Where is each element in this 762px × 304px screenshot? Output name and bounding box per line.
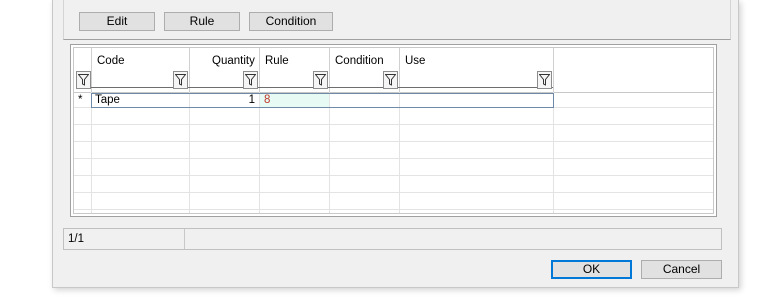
ok-button[interactable]: OK bbox=[551, 260, 632, 279]
column-header-condition[interactable]: Condition bbox=[335, 55, 384, 67]
header-separator bbox=[553, 48, 554, 92]
filter-icon bbox=[245, 74, 256, 86]
column-header-rule[interactable]: Rule bbox=[265, 55, 289, 67]
edit-button[interactable]: Edit bbox=[79, 12, 155, 31]
filter-quantity-button[interactable] bbox=[243, 71, 258, 89]
filter-icon bbox=[385, 74, 396, 86]
filter-icon bbox=[175, 74, 186, 86]
filter-row-button[interactable] bbox=[76, 71, 91, 89]
grid-line bbox=[74, 209, 713, 210]
filter-use-button[interactable] bbox=[537, 71, 552, 89]
status-bar: 1/1 bbox=[63, 228, 722, 250]
grid-line bbox=[74, 175, 713, 176]
filter-icon bbox=[315, 74, 326, 86]
header-separator bbox=[189, 48, 190, 92]
filter-rule-button[interactable] bbox=[313, 71, 328, 89]
grid-line bbox=[553, 92, 554, 213]
grid-line bbox=[91, 92, 92, 213]
grid-line bbox=[259, 92, 260, 213]
header-separator bbox=[259, 48, 260, 92]
cell-code[interactable]: Tape bbox=[95, 93, 120, 107]
column-header-use[interactable]: Use bbox=[405, 55, 425, 67]
record-counter: 1/1 bbox=[68, 233, 84, 245]
grid-line bbox=[329, 92, 330, 213]
filter-icon bbox=[539, 74, 550, 86]
grid-line bbox=[189, 92, 190, 213]
filter-field-use[interactable] bbox=[399, 87, 553, 88]
condition-button[interactable]: Condition bbox=[249, 12, 333, 31]
grid-line bbox=[399, 92, 400, 213]
items-grid: Code Quantity Rule Condition Use * Tape … bbox=[70, 44, 717, 217]
header-separator bbox=[329, 48, 330, 92]
status-separator bbox=[184, 229, 185, 249]
cancel-button[interactable]: Cancel bbox=[641, 260, 722, 279]
grid-line bbox=[74, 192, 713, 193]
new-row-marker: * bbox=[78, 94, 83, 106]
table-row[interactable]: * Tape 1 8 bbox=[74, 92, 713, 108]
dialog-window: Edit Rule Condition Code Quantity Rule C… bbox=[52, 0, 739, 288]
header-separator bbox=[399, 48, 400, 92]
column-header-quantity[interactable]: Quantity bbox=[212, 55, 255, 67]
rule-button[interactable]: Rule bbox=[164, 12, 240, 31]
toolbar-panel: Edit Rule Condition bbox=[63, 0, 731, 40]
cell-rule[interactable]: 8 bbox=[264, 93, 270, 107]
column-header-code[interactable]: Code bbox=[97, 55, 125, 67]
cell-quantity[interactable]: 1 bbox=[193, 93, 255, 107]
grid-body: Code Quantity Rule Condition Use * Tape … bbox=[73, 47, 714, 214]
header-separator bbox=[91, 48, 92, 92]
grid-line bbox=[74, 124, 713, 125]
grid-line bbox=[74, 141, 713, 142]
filter-condition-button[interactable] bbox=[383, 71, 398, 89]
filter-icon bbox=[78, 74, 89, 86]
grid-line bbox=[74, 158, 713, 159]
filter-code-button[interactable] bbox=[173, 71, 188, 89]
